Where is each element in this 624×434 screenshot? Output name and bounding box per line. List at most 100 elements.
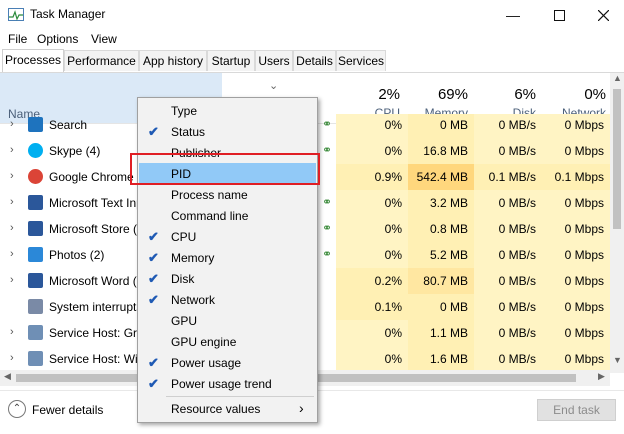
network-total: 0% <box>584 86 606 103</box>
memory-total: 69% <box>437 86 468 103</box>
title-bar: Task Manager — <box>0 0 624 30</box>
memory-cell: 1.6 MB <box>408 346 474 370</box>
scroll-up-icon[interactable]: ▲ <box>613 73 622 83</box>
leaf-status-icon: ⚭ <box>322 221 333 235</box>
leaf-status-icon: ⚭ <box>322 195 333 209</box>
expand-chevron-icon[interactable]: › <box>10 118 14 130</box>
expand-chevron-icon[interactable]: › <box>10 170 14 182</box>
menu-item-label: GPU engine <box>171 335 237 349</box>
cpu-cell: 0% <box>336 346 408 370</box>
menu-item-network[interactable]: ✔ Network <box>139 289 316 310</box>
close-button[interactable] <box>580 0 624 30</box>
menu-item-command-line[interactable]: Command line <box>139 205 316 226</box>
menu-item-disk[interactable]: ✔ Disk <box>139 268 316 289</box>
cpu-cell: 0.2% <box>336 268 408 294</box>
tab-app-history[interactable]: App history <box>139 50 207 71</box>
cpu-cell: 0% <box>336 138 408 164</box>
tab-startup[interactable]: Startup <box>207 50 255 71</box>
tab-processes[interactable]: Processes <box>2 49 64 72</box>
end-task-button[interactable]: End task <box>537 399 616 421</box>
menu-file[interactable]: File <box>8 32 27 46</box>
tab-users[interactable]: Users <box>255 50 293 71</box>
expand-chevron-icon[interactable]: › <box>10 352 14 364</box>
menu-item-status[interactable]: ✔ Status <box>139 121 316 142</box>
menu-item-label: GPU <box>171 314 198 328</box>
menu-item-process-name[interactable]: Process name <box>139 184 316 205</box>
minimize-button[interactable]: — <box>490 0 536 30</box>
cpu-cell: 0% <box>336 114 408 138</box>
sort-chevron-icon: ⌄ <box>269 80 279 92</box>
expand-chevron-icon[interactable]: › <box>10 326 14 338</box>
menu-item-label: Network <box>171 293 216 307</box>
minimize-icon: — <box>506 7 520 23</box>
memory-cell: 16.8 MB <box>408 138 474 164</box>
expand-chevron-icon[interactable]: › <box>10 248 14 260</box>
network-cell: 0 Mbps <box>542 294 610 320</box>
leaf-status-icon: ⚭ <box>322 143 333 157</box>
menu-item-power-usage-trend[interactable]: ✔ Power usage trend <box>139 373 316 394</box>
process-name: Photos (2) <box>49 248 105 262</box>
leaf-status-icon: ⚭ <box>322 117 333 131</box>
expand-chevron-icon[interactable]: › <box>10 274 14 286</box>
menu-item-power-usage[interactable]: ✔ Power usage <box>139 352 316 373</box>
menu-options[interactable]: Options <box>37 32 78 46</box>
menu-bar: File Options View <box>0 30 624 50</box>
menu-item-resource-values[interactable]: Resource values › <box>139 398 316 419</box>
process-name: Microsoft Store (2 <box>49 222 144 236</box>
menu-item-label: Process name <box>171 188 248 202</box>
cpu-cell: 0% <box>336 242 408 268</box>
expand-chevron-icon[interactable]: › <box>10 144 14 156</box>
menu-separator <box>166 396 314 397</box>
process-name: System interrupts <box>49 300 143 314</box>
tab-details[interactable]: Details <box>293 50 336 71</box>
maximize-icon <box>553 9 565 21</box>
close-icon <box>597 9 609 21</box>
menu-item-label: Resource values <box>171 402 261 416</box>
menu-item-gpu[interactable]: GPU <box>139 310 316 331</box>
process-name: Microsoft Text Inp <box>49 196 143 210</box>
menu-item-label: Power usage <box>171 356 242 370</box>
menu-item-memory[interactable]: ✔ Memory <box>139 247 316 268</box>
vertical-scrollbar[interactable]: ▲ ▼ <box>610 73 624 373</box>
maximize-button[interactable] <box>536 0 582 30</box>
expand-chevron-icon[interactable]: › <box>10 222 14 234</box>
disk-cell: 0 MB/s <box>474 320 542 346</box>
check-icon: ✔ <box>148 292 159 307</box>
process-name: Service Host: Grou <box>49 326 151 340</box>
text-input-icon <box>28 195 43 210</box>
menu-view[interactable]: View <box>91 32 117 46</box>
disk-cell: 0 MB/s <box>474 294 542 320</box>
memory-cell: 5.2 MB <box>408 242 474 268</box>
leaf-status-icon: ⚭ <box>322 247 333 261</box>
network-cell: 0 Mbps <box>542 346 610 370</box>
tab-services[interactable]: Services <box>336 50 386 71</box>
submenu-arrow-icon: › <box>299 400 304 416</box>
menu-item-gpu-engine[interactable]: GPU engine <box>139 331 316 352</box>
menu-item-cpu[interactable]: ✔ CPU <box>139 226 316 247</box>
network-cell: 0 Mbps <box>542 190 610 216</box>
disk-total: 6% <box>514 86 536 103</box>
task-manager-icon <box>8 8 24 21</box>
disk-cell: 0 MB/s <box>474 268 542 294</box>
memory-cell: 0 MB <box>408 294 474 320</box>
collapse-chevron-icon[interactable]: ⌃ <box>8 400 26 418</box>
tab-performance[interactable]: Performance <box>64 50 139 71</box>
vertical-scroll-thumb[interactable] <box>613 89 621 229</box>
memory-cell: 0.8 MB <box>408 216 474 242</box>
check-icon: ✔ <box>148 229 159 244</box>
scroll-down-icon[interactable]: ▼ <box>613 355 622 365</box>
memory-cell: 542.4 MB <box>408 164 474 190</box>
photos-icon <box>28 247 43 262</box>
scroll-right-icon[interactable]: ▶ <box>598 371 605 382</box>
expand-chevron-icon[interactable]: › <box>10 196 14 208</box>
check-icon: ✔ <box>148 376 159 391</box>
scroll-left-icon[interactable]: ◀ <box>4 371 11 382</box>
network-cell: 0.1 Mbps <box>542 164 610 190</box>
cpu-cell: 0.1% <box>336 294 408 320</box>
memory-cell: 1.1 MB <box>408 320 474 346</box>
menu-item-label: Memory <box>171 251 215 265</box>
fewer-details-link[interactable]: Fewer details <box>32 403 103 417</box>
menu-item-type[interactable]: Type <box>139 100 316 121</box>
disk-cell: 0 MB/s <box>474 114 542 138</box>
cpu-total: 2% <box>378 86 400 103</box>
